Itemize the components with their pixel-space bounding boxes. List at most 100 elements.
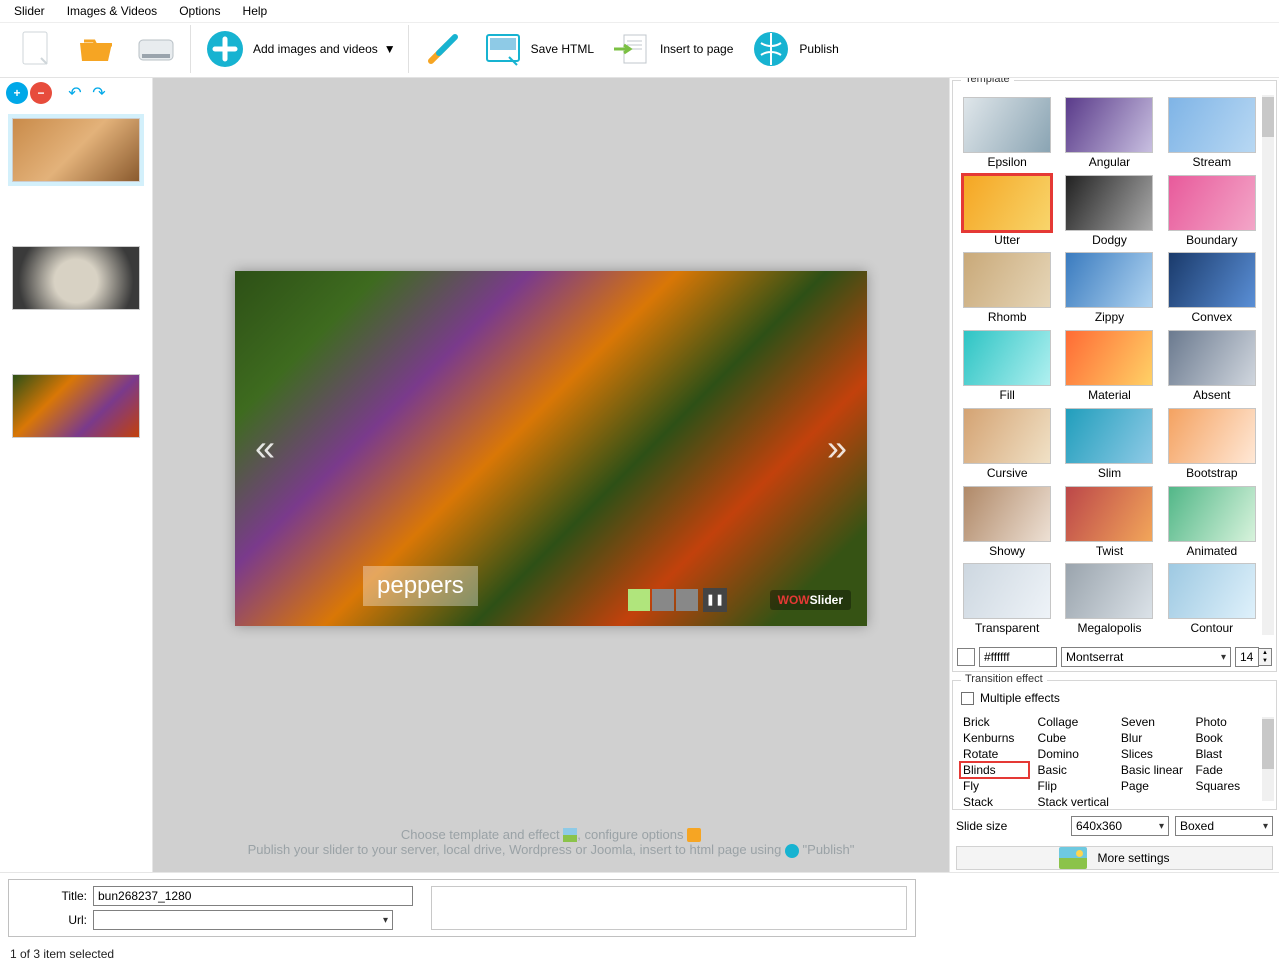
add-slide-button[interactable]: + bbox=[6, 82, 28, 104]
remove-slide-button[interactable]: − bbox=[30, 82, 52, 104]
pause-button[interactable]: ❚❚ bbox=[703, 588, 727, 612]
effect-slices[interactable]: Slices bbox=[1119, 747, 1186, 761]
menu-images-videos[interactable]: Images & Videos bbox=[63, 2, 162, 20]
effect-rotate[interactable]: Rotate bbox=[961, 747, 1028, 761]
template-label: Transparent bbox=[961, 621, 1053, 635]
slide-mode-select[interactable]: Boxed bbox=[1175, 816, 1273, 836]
thumb-item[interactable] bbox=[8, 370, 144, 442]
template-label: Fill bbox=[961, 388, 1053, 402]
template-convex[interactable]: Convex bbox=[1166, 252, 1258, 328]
more-settings-button[interactable]: More settings bbox=[956, 846, 1273, 870]
template-boundary[interactable]: Boundary bbox=[1166, 175, 1258, 251]
multiple-effects-checkbox[interactable] bbox=[961, 692, 974, 705]
effect-fly[interactable]: Fly bbox=[961, 779, 1028, 793]
effect-seven[interactable]: Seven bbox=[1119, 715, 1186, 729]
template-preview-icon bbox=[1065, 330, 1153, 386]
template-absent[interactable]: Absent bbox=[1166, 330, 1258, 406]
save-disk-button[interactable] bbox=[126, 25, 186, 73]
insert-page-icon bbox=[610, 27, 654, 71]
template-twist[interactable]: Twist bbox=[1063, 486, 1155, 562]
slide-dot[interactable] bbox=[676, 589, 698, 611]
effect-brick[interactable]: Brick bbox=[961, 715, 1028, 729]
menu-options[interactable]: Options bbox=[175, 2, 224, 20]
configure-options-button[interactable] bbox=[413, 25, 473, 73]
scrollbar-thumb[interactable] bbox=[1262, 97, 1274, 137]
template-bootstrap[interactable]: Bootstrap bbox=[1166, 408, 1258, 484]
wowslider-logo: WOWSlider bbox=[770, 590, 851, 610]
template-preview-icon bbox=[1065, 97, 1153, 153]
menu-slider[interactable]: Slider bbox=[10, 2, 49, 20]
effect-domino[interactable]: Domino bbox=[1036, 747, 1111, 761]
scrollbar[interactable] bbox=[1262, 95, 1274, 635]
effect-cube[interactable]: Cube bbox=[1036, 731, 1111, 745]
template-dodgy[interactable]: Dodgy bbox=[1063, 175, 1155, 251]
save-html-button[interactable]: Save HTML bbox=[473, 25, 602, 73]
template-slim[interactable]: Slim bbox=[1063, 408, 1155, 484]
template-preview-icon bbox=[963, 97, 1051, 153]
effect-stack-vertical[interactable]: Stack vertical bbox=[1036, 795, 1111, 809]
thumb-item[interactable] bbox=[8, 242, 144, 314]
template-showy[interactable]: Showy bbox=[961, 486, 1053, 562]
template-cursive[interactable]: Cursive bbox=[961, 408, 1053, 484]
insert-to-page-button[interactable]: Insert to page bbox=[602, 25, 741, 73]
font-size-spinner[interactable]: ▲▼ bbox=[1235, 647, 1272, 667]
effect-basic-linear[interactable]: Basic linear bbox=[1119, 763, 1186, 777]
template-material[interactable]: Material bbox=[1063, 330, 1155, 406]
effect-photo[interactable]: Photo bbox=[1193, 715, 1260, 729]
effect-kenburns[interactable]: Kenburns bbox=[961, 731, 1028, 745]
template-angular[interactable]: Angular bbox=[1063, 97, 1155, 173]
template-stream[interactable]: Stream bbox=[1166, 97, 1258, 173]
open-folder-button[interactable] bbox=[66, 25, 126, 73]
description-box[interactable] bbox=[431, 886, 907, 930]
slide-caption: peppers bbox=[363, 566, 478, 606]
font-select[interactable]: Montserrat bbox=[1061, 647, 1231, 667]
next-arrow-button[interactable]: » bbox=[827, 427, 847, 469]
template-zippy[interactable]: Zippy bbox=[1063, 252, 1155, 328]
effect-blast[interactable]: Blast bbox=[1193, 747, 1260, 761]
effect-blinds[interactable]: Blinds bbox=[961, 763, 1028, 777]
template-rhomb[interactable]: Rhomb bbox=[961, 252, 1053, 328]
template-preview-icon bbox=[1168, 408, 1256, 464]
image-icon bbox=[563, 828, 577, 842]
effect-squares[interactable]: Squares bbox=[1193, 779, 1260, 793]
template-fill[interactable]: Fill bbox=[961, 330, 1053, 406]
scrollbar-thumb[interactable] bbox=[1262, 719, 1274, 769]
color-swatch[interactable] bbox=[957, 648, 975, 666]
color-input[interactable] bbox=[979, 647, 1057, 667]
template-preview-icon bbox=[1065, 408, 1153, 464]
thumb-image-icon bbox=[12, 374, 140, 438]
template-panel: Template EpsilonAngularStreamUtterDodgyB… bbox=[952, 80, 1277, 672]
template-label: Angular bbox=[1063, 155, 1155, 169]
slide-dot[interactable] bbox=[628, 589, 650, 611]
new-document-button[interactable] bbox=[6, 25, 66, 73]
slide-size-select[interactable]: 640x360 bbox=[1071, 816, 1169, 836]
menu-help[interactable]: Help bbox=[239, 2, 272, 20]
effect-collage[interactable]: Collage bbox=[1036, 715, 1111, 729]
add-images-button[interactable]: Add images and videos ▼ bbox=[195, 25, 404, 73]
template-transparent[interactable]: Transparent bbox=[961, 563, 1053, 639]
template-megalopolis[interactable]: Megalopolis bbox=[1063, 563, 1155, 639]
effect-page[interactable]: Page bbox=[1119, 779, 1186, 793]
template-label: Stream bbox=[1166, 155, 1258, 169]
rotate-right-button[interactable]: ↷ bbox=[88, 82, 110, 104]
template-epsilon[interactable]: Epsilon bbox=[961, 97, 1053, 173]
template-preview-icon bbox=[1168, 175, 1256, 231]
title-input[interactable] bbox=[93, 886, 413, 906]
url-input[interactable] bbox=[93, 910, 393, 930]
effect-blur[interactable]: Blur bbox=[1119, 731, 1186, 745]
publish-button[interactable]: Publish bbox=[741, 25, 846, 73]
effect-stack[interactable]: Stack bbox=[961, 795, 1028, 809]
effect-book[interactable]: Book bbox=[1193, 731, 1260, 745]
effect-fade[interactable]: Fade bbox=[1193, 763, 1260, 777]
effect-flip[interactable]: Flip bbox=[1036, 779, 1111, 793]
rotate-left-button[interactable]: ↶ bbox=[64, 82, 86, 104]
prev-arrow-button[interactable]: « bbox=[255, 427, 275, 469]
title-label: Title: bbox=[17, 889, 87, 903]
slide-dot[interactable] bbox=[652, 589, 674, 611]
scrollbar[interactable] bbox=[1262, 717, 1274, 801]
thumb-item[interactable] bbox=[8, 114, 144, 186]
template-animated[interactable]: Animated bbox=[1166, 486, 1258, 562]
effect-basic[interactable]: Basic bbox=[1036, 763, 1111, 777]
template-contour[interactable]: Contour bbox=[1166, 563, 1258, 639]
template-utter[interactable]: Utter bbox=[961, 175, 1053, 251]
